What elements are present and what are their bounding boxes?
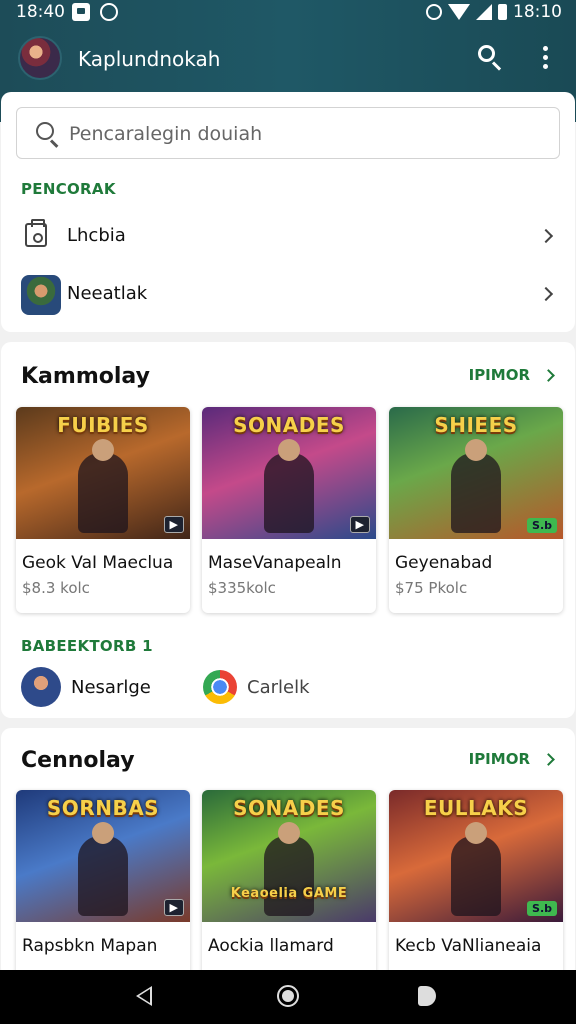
game-name: Geyenabad (395, 553, 493, 573)
search-button[interactable] (474, 42, 506, 74)
recent-item-label: Neeatlak (67, 283, 148, 304)
cover-character (78, 439, 128, 533)
cover-badge: ▶ (349, 516, 370, 533)
game-cover-art: EULLAKS S.b (389, 790, 563, 922)
status-right: 18:10 (426, 2, 562, 22)
cover-character (264, 822, 314, 916)
recent-item-label: Lhcbia (67, 225, 126, 246)
recent-section-label: PENCORAK (21, 180, 116, 198)
game-cover-art: FUIBIES ▶ (16, 407, 190, 539)
notification-icon (72, 3, 90, 21)
status-bar: 18:40 18:10 (0, 0, 576, 26)
more-options-button[interactable] (530, 42, 562, 74)
cover-character (264, 439, 314, 533)
see-more-link[interactable]: IPIMOR (468, 750, 555, 768)
game-price: $75 Pkolc (395, 579, 468, 597)
recents-icon[interactable] (418, 986, 436, 1006)
section-title: Kammolay (21, 364, 150, 389)
more-vert-icon (543, 46, 548, 51)
game-name: Geok VaI Maeclua (22, 553, 174, 573)
games-section-2: Cennolay IPIMOR SORNBAS ▶ Rapsbkn Mapan … (1, 728, 575, 990)
search-icon (36, 122, 54, 140)
see-more-label: IPIMOR (468, 750, 530, 768)
cover-badge: ▶ (163, 516, 184, 533)
alarm-icon (426, 4, 442, 20)
cover-title: EULLAKS (423, 796, 529, 820)
cover-title: FUIBIES (57, 413, 149, 437)
cover-subtitle: Keaoelia GAME (230, 886, 348, 901)
home-icon[interactable] (277, 985, 299, 1007)
cover-title: SHIEES (434, 413, 518, 437)
sync-icon (100, 3, 118, 21)
app-bar: Kaplundnokah (0, 30, 576, 90)
game-cover-art: SONADES Keaoelia GAME (202, 790, 376, 922)
signal-icon (476, 4, 492, 20)
search-icon (478, 45, 495, 62)
search-input[interactable] (69, 120, 529, 148)
chevron-right-icon (538, 228, 554, 244)
system-nav-bar (0, 970, 576, 1024)
status-time-right: 18:10 (513, 2, 562, 22)
person-avatar (21, 667, 61, 707)
cover-badge: S.b (527, 518, 557, 533)
game-name: Kecb VaNlianeaia (395, 936, 542, 956)
game-tile[interactable]: SONADES Keaoelia GAME Aockia llamard (202, 790, 376, 990)
app-title: Kaplundnokah (78, 47, 221, 71)
game-thumbnail (21, 275, 61, 315)
see-more-link[interactable]: IPIMOR (468, 366, 555, 384)
battery-icon (498, 4, 507, 20)
game-name: Rapsbkn Mapan (22, 936, 158, 956)
clipboard-icon (25, 219, 47, 247)
cover-title: SONADES (233, 796, 345, 820)
chevron-right-icon (538, 286, 554, 302)
cover-badge: S.b (527, 901, 557, 916)
game-tile[interactable]: SHIEES S.b Geyenabad $75 Pkolc (389, 407, 563, 613)
status-time-left: 18:40 (16, 2, 65, 22)
cover-character (78, 822, 128, 916)
search-field[interactable] (16, 107, 560, 159)
friend-name: Carlelk (247, 676, 310, 698)
cover-character (451, 439, 501, 533)
friends-section-label: BABEEKTORB 1 (21, 637, 153, 655)
wifi-icon (448, 4, 470, 20)
game-price: $335kolc (208, 579, 276, 597)
game-name: MaseVanapealn (208, 553, 342, 573)
recent-item-2[interactable]: Neeatlak (1, 267, 575, 323)
search-card: PENCORAK Lhcbia Neeatlak (1, 92, 575, 332)
game-tile[interactable]: SORNBAS ▶ Rapsbkn Mapan (16, 790, 190, 990)
game-tile[interactable]: FUIBIES ▶ Geok VaI Maeclua $8.3 kolc (16, 407, 190, 613)
game-name: Aockia llamard (208, 936, 334, 956)
friend-item[interactable]: Carlelk (203, 664, 310, 710)
game-tile[interactable]: SONADES ▶ MaseVanapealn $335kolc (202, 407, 376, 613)
friend-name: Nesarlge (71, 676, 151, 698)
back-icon[interactable] (136, 986, 152, 1006)
cover-title: SONADES (233, 413, 345, 437)
cover-badge: ▶ (163, 899, 184, 916)
friend-item[interactable]: Nesarlge (21, 664, 151, 710)
game-cover-art: SONADES ▶ (202, 407, 376, 539)
chevron-right-icon (542, 368, 555, 382)
cover-character (451, 822, 501, 916)
game-cover-art: SHIEES S.b (389, 407, 563, 539)
see-more-label: IPIMOR (468, 366, 530, 384)
cover-title: SORNBAS (46, 796, 160, 820)
game-tile[interactable]: EULLAKS S.b Kecb VaNlianeaia (389, 790, 563, 990)
chevron-right-icon (542, 752, 555, 766)
chrome-icon (203, 670, 237, 704)
game-cover-art: SORNBAS ▶ (16, 790, 190, 922)
profile-avatar[interactable] (18, 36, 62, 80)
games-section-1: Kammolay IPIMOR FUIBIES ▶ Geok VaI Maecl… (1, 342, 575, 718)
game-price: $8.3 kolc (22, 579, 90, 597)
section-title: Cennolay (21, 748, 135, 773)
recent-item-1[interactable]: Lhcbia (1, 209, 575, 265)
